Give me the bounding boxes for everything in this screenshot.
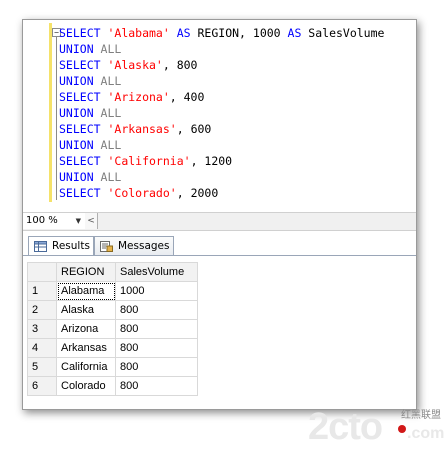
grid-icon <box>34 241 47 252</box>
cell-salesvolume[interactable]: 800 <box>115 338 198 358</box>
watermark-suffix: .com <box>407 425 445 442</box>
table-row[interactable]: 6 Colorado 800 <box>27 376 198 396</box>
zoom-value: 100 % <box>26 215 58 226</box>
outline-guide <box>56 37 57 200</box>
site-watermark: 2cto 红黑联盟 .com <box>308 406 446 448</box>
sql-keyword-gray: ALL <box>93 42 122 56</box>
sql-keyword-gray: ALL <box>93 74 122 88</box>
table-row[interactable]: 1 Alabama 1000 <box>27 281 198 301</box>
sql-text: , 800 <box>162 58 198 72</box>
table-row[interactable]: 5 California 800 <box>27 357 198 377</box>
sql-text: , 1200 <box>190 154 233 168</box>
sql-keyword: SELECT <box>59 26 108 40</box>
changed-lines-margin <box>49 23 52 202</box>
code-line[interactable]: UNION ALL <box>59 105 384 121</box>
sql-string: 'Alabama' <box>107 26 170 40</box>
cell-region[interactable]: Colorado <box>56 376 116 396</box>
column-header-salesvolume[interactable]: SalesVolume <box>115 262 198 282</box>
cell-region[interactable]: Arizona <box>56 319 116 339</box>
cell-region[interactable]: Arkansas <box>56 338 116 358</box>
sql-keyword-gray: ALL <box>93 170 122 184</box>
row-number[interactable]: 6 <box>27 376 57 396</box>
sql-keyword: AS <box>287 26 302 40</box>
sql-text: , 400 <box>169 90 205 104</box>
zoom-dropdown[interactable]: 100 % ▼ <box>23 213 86 229</box>
tab-messages[interactable]: Messages <box>94 236 174 256</box>
watermark-subtitle: 红黑联盟 <box>401 410 441 421</box>
sql-query-window: − SELECT 'Alabama' AS REGION, 1000 AS Sa… <box>22 19 417 410</box>
code-line[interactable]: SELECT 'Colorado', 2000 <box>59 185 384 201</box>
sql-keyword: UNION <box>59 74 94 88</box>
scroll-left-button[interactable]: < <box>85 213 98 229</box>
cell-salesvolume[interactable]: 800 <box>115 300 198 320</box>
sql-string: 'Colorado' <box>107 186 177 200</box>
code-line[interactable]: SELECT 'Arkansas', 600 <box>59 121 384 137</box>
tab-messages-label: Messages <box>118 240 170 252</box>
grid-corner[interactable] <box>27 262 57 282</box>
sql-keyword: SELECT <box>59 58 108 72</box>
cell-salesvolume[interactable]: 800 <box>115 376 198 396</box>
sql-keyword: UNION <box>59 106 94 120</box>
results-grid-pane: REGION SalesVolume 1 Alabama 1000 2 Alaska 80… <box>23 255 416 409</box>
sql-keyword: SELECT <box>59 122 108 136</box>
row-number[interactable]: 2 <box>27 300 57 320</box>
row-number[interactable]: 1 <box>27 281 57 301</box>
table-row[interactable]: 4 Arkansas 800 <box>27 338 198 358</box>
row-number[interactable]: 3 <box>27 319 57 339</box>
watermark-logo-text: 2cto <box>308 406 383 448</box>
sql-text: , 2000 <box>176 186 219 200</box>
table-row[interactable]: 2 Alaska 800 <box>27 300 198 320</box>
sql-keyword: UNION <box>59 138 94 152</box>
messages-icon <box>100 241 113 252</box>
cell-region[interactable]: Alabama <box>56 281 116 301</box>
sql-string: 'Arizona' <box>107 90 170 104</box>
code-line[interactable]: SELECT 'Arizona', 400 <box>59 89 384 105</box>
code-line[interactable]: UNION ALL <box>59 137 384 153</box>
code-line[interactable]: SELECT 'Alabama' AS REGION, 1000 AS Sale… <box>59 25 384 41</box>
cell-salesvolume[interactable]: 1000 <box>115 281 198 301</box>
code-line[interactable]: UNION ALL <box>59 41 384 57</box>
tab-results-label: Results <box>52 240 90 252</box>
sql-text: REGION, 1000 <box>190 26 288 40</box>
grid-header-row: REGION SalesVolume <box>27 262 198 282</box>
column-header-region[interactable]: REGION <box>56 262 116 282</box>
editor-status-strip: 100 % ▼ < <box>23 212 416 231</box>
sql-keyword: SELECT <box>59 186 108 200</box>
sql-keyword-gray: ALL <box>93 106 122 120</box>
cell-region[interactable]: California <box>56 357 116 377</box>
sql-keyword: SELECT <box>59 154 108 168</box>
row-number[interactable]: 5 <box>27 357 57 377</box>
sql-keyword: SELECT <box>59 90 108 104</box>
cell-salesvolume[interactable]: 800 <box>115 319 198 339</box>
cell-region[interactable]: Alaska <box>56 300 116 320</box>
chevron-down-icon[interactable]: ▼ <box>76 213 81 229</box>
tab-results[interactable]: Results <box>28 236 94 257</box>
row-number[interactable]: 4 <box>27 338 57 358</box>
sql-keyword-gray: ALL <box>93 138 122 152</box>
results-tabbar: Results Messages <box>23 233 416 257</box>
table-row[interactable]: 3 Arizona 800 <box>27 319 198 339</box>
code-line[interactable]: SELECT 'California', 1200 <box>59 153 384 169</box>
sql-string: 'Alaska' <box>107 58 163 72</box>
watermark-dot <box>398 425 406 433</box>
code-line[interactable]: UNION ALL <box>59 169 384 185</box>
cell-salesvolume[interactable]: 800 <box>115 357 198 377</box>
query-editor[interactable]: − SELECT 'Alabama' AS REGION, 1000 AS Sa… <box>23 20 416 210</box>
code-line[interactable]: UNION ALL <box>59 73 384 89</box>
sql-string: 'Arkansas' <box>107 122 177 136</box>
sql-keyword: UNION <box>59 42 94 56</box>
sql-keyword: AS <box>176 26 191 40</box>
sql-string: 'California' <box>107 154 191 168</box>
results-grid: REGION SalesVolume 1 Alabama 1000 2 Alaska 80… <box>27 262 198 396</box>
code-line[interactable]: SELECT 'Alaska', 800 <box>59 57 384 73</box>
sql-text: , 600 <box>176 122 212 136</box>
sql-code[interactable]: SELECT 'Alabama' AS REGION, 1000 AS Sale… <box>59 25 384 201</box>
sql-keyword: UNION <box>59 170 94 184</box>
sql-text: SalesVolume <box>301 26 385 40</box>
